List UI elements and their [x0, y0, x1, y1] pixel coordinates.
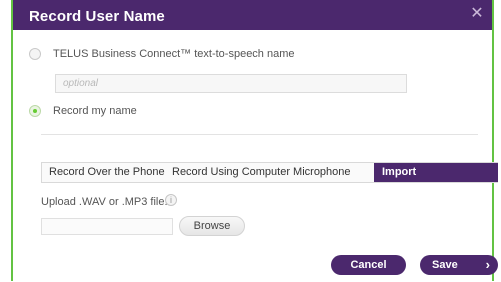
tab-record-over-phone[interactable]: Record Over the Phone: [49, 163, 165, 182]
tts-name-input[interactable]: optional: [55, 74, 407, 93]
close-icon[interactable]: ✕: [468, 5, 486, 23]
dialog-title: Record User Name: [29, 8, 165, 25]
file-path-field[interactable]: [41, 218, 173, 235]
record-method-tabs: Record Over the Phone Record Using Compu…: [41, 162, 498, 183]
record-my-name-radio[interactable]: [29, 105, 41, 117]
browse-button[interactable]: Browse: [179, 216, 245, 236]
record-my-name-label: Record my name: [53, 105, 137, 117]
tts-radio[interactable]: [29, 48, 41, 60]
section-divider: [41, 134, 478, 135]
save-button-label: Save: [432, 259, 458, 271]
tab-record-microphone[interactable]: Record Using Computer Microphone: [172, 163, 351, 182]
info-icon[interactable]: i: [165, 194, 177, 206]
cancel-button[interactable]: Cancel: [331, 255, 406, 275]
save-button[interactable]: Save ›: [420, 255, 498, 275]
tts-option-label: TELUS Business Connect™ text-to-speech n…: [53, 48, 295, 60]
dialog-titlebar: Record User Name ✕: [13, 0, 492, 30]
tab-import[interactable]: Import: [374, 163, 498, 182]
upload-label: Upload .WAV or .MP3 file:: [41, 196, 168, 208]
record-user-name-dialog: Record User Name ✕ TELUS Business Connec…: [11, 0, 498, 281]
chevron-right-icon: ›: [485, 257, 490, 272]
